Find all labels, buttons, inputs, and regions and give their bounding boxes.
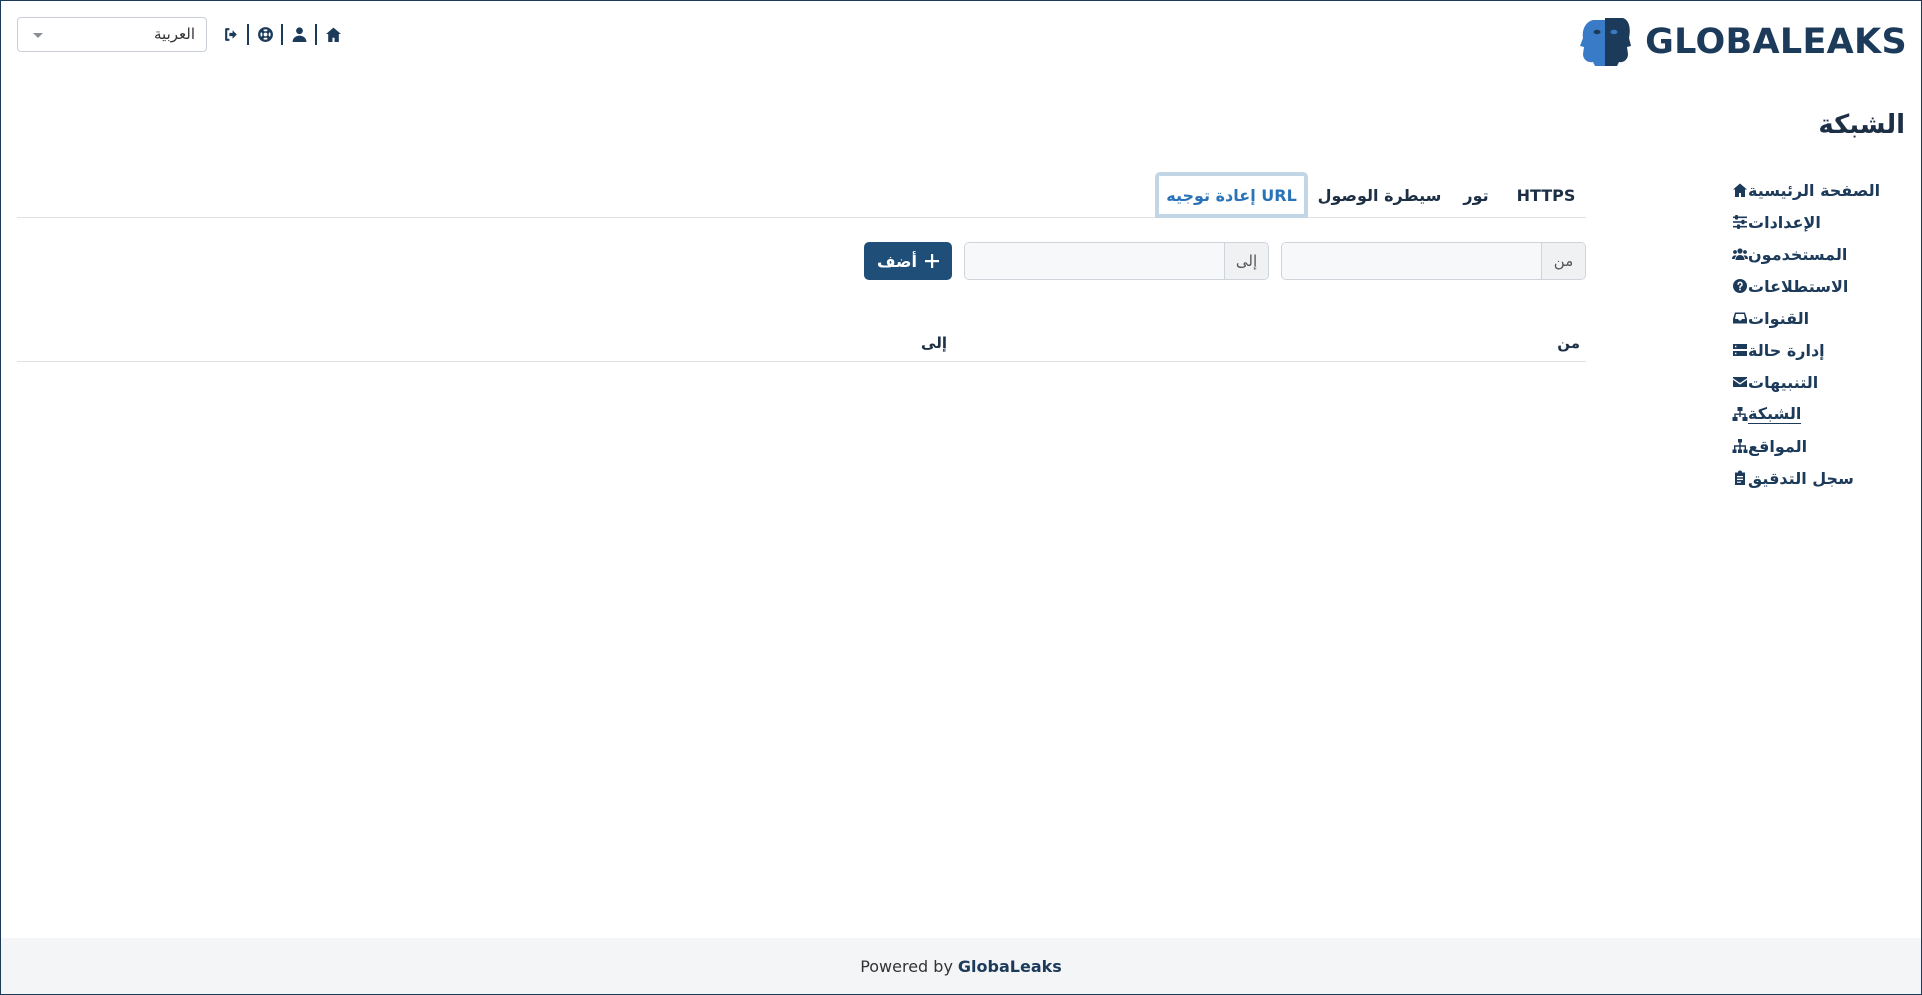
question-circle-icon — [1733, 279, 1747, 293]
sidebar: الصفحة الرئيسية الإعدادات المستخدمون الا… — [1726, 174, 1906, 494]
users-icon — [1732, 248, 1748, 260]
server-icon — [1733, 344, 1747, 356]
envelope-icon — [1733, 377, 1747, 387]
plus-icon — [925, 254, 939, 268]
clipboard-icon — [1735, 470, 1745, 485]
sidebar-item-label: المواقع — [1748, 436, 1808, 456]
tab-access-control[interactable]: سيطرة الوصول — [1312, 172, 1447, 218]
sidebar-item-sites[interactable]: المواقع — [1726, 430, 1906, 462]
network-icon — [1732, 407, 1748, 421]
sidebar-item-settings[interactable]: الإعدادات — [1726, 206, 1906, 238]
home-icon — [1733, 183, 1747, 197]
language-select[interactable]: العربية — [17, 17, 207, 52]
sidebar-item-case-management[interactable]: إدارة حالة — [1726, 334, 1906, 366]
sidebar-item-notifications[interactable]: التنبيهات — [1726, 366, 1906, 398]
logo-text: GLOBALEAKS — [1645, 22, 1907, 62]
user-icon[interactable] — [288, 23, 310, 45]
sidebar-item-label: سجل التدقيق — [1748, 468, 1854, 488]
redirect-table-header: من إلى — [17, 330, 1586, 362]
support-icon[interactable] — [254, 23, 276, 45]
from-input-label: من — [1541, 243, 1585, 279]
divider — [281, 23, 283, 45]
divider — [247, 23, 249, 45]
divider — [315, 23, 317, 45]
to-input-label: إلى — [1224, 243, 1268, 279]
to-input[interactable] — [965, 243, 1224, 279]
footer-brand-link[interactable]: GlobaLeaks — [958, 957, 1062, 976]
add-button[interactable]: أضف — [864, 242, 952, 280]
footer-prefix: Powered by — [860, 956, 953, 976]
sidebar-item-label: الشبكة — [1748, 404, 1802, 424]
sidebar-item-users[interactable]: المستخدمون — [1726, 238, 1906, 270]
page-title: الشبكة — [1818, 110, 1905, 140]
logout-icon[interactable] — [220, 23, 242, 45]
sidebar-item-label: إدارة حالة — [1748, 340, 1825, 360]
sidebar-item-channels[interactable]: القنوات — [1726, 302, 1906, 334]
globaleaks-logo[interactable]: GLOBALEAKS — [1579, 16, 1907, 68]
to-input-group: إلى — [964, 242, 1269, 280]
column-header-to: إلى — [921, 334, 947, 352]
sidebar-item-label: المستخدمون — [1748, 244, 1848, 264]
sidebar-item-label: الإعدادات — [1748, 212, 1821, 232]
language-value: العربية — [154, 25, 195, 43]
sidebar-item-label: الصفحة الرئيسية — [1748, 180, 1881, 200]
from-input[interactable] — [1282, 243, 1541, 279]
sidebar-item-questionnaires[interactable]: الاستطلاعات — [1726, 270, 1906, 302]
app-frame — [0, 0, 1922, 995]
add-button-label: أضف — [877, 251, 917, 271]
sidebar-item-label: التنبيهات — [1748, 372, 1819, 392]
globaleaks-logo-icon — [1580, 18, 1632, 66]
sitemap-icon — [1732, 439, 1748, 453]
sidebar-item-label: القنوات — [1748, 308, 1810, 328]
network-tabs: HTTPS تور سيطرة الوصول إعادة توجيه URL — [17, 172, 1586, 218]
tab-https[interactable]: HTTPS — [1506, 172, 1586, 218]
footer: Powered by GlobaLeaks — [1, 938, 1921, 994]
tab-url-redirect[interactable]: إعادة توجيه URL — [1155, 172, 1308, 218]
sidebar-item-home[interactable]: الصفحة الرئيسية — [1726, 174, 1906, 206]
chevron-down-icon — [33, 33, 43, 38]
column-header-from: من — [1557, 334, 1580, 352]
home-icon[interactable] — [322, 23, 344, 45]
from-input-group: من — [1281, 242, 1586, 280]
sidebar-item-network[interactable]: الشبكة — [1726, 398, 1906, 430]
sidebar-item-label: الاستطلاعات — [1748, 276, 1849, 296]
sliders-icon — [1733, 215, 1747, 229]
inbox-icon — [1733, 312, 1747, 324]
top-nav-icons — [220, 22, 344, 46]
sidebar-item-audit-log[interactable]: سجل التدقيق — [1726, 462, 1906, 494]
tab-tor[interactable]: تور — [1449, 172, 1503, 218]
